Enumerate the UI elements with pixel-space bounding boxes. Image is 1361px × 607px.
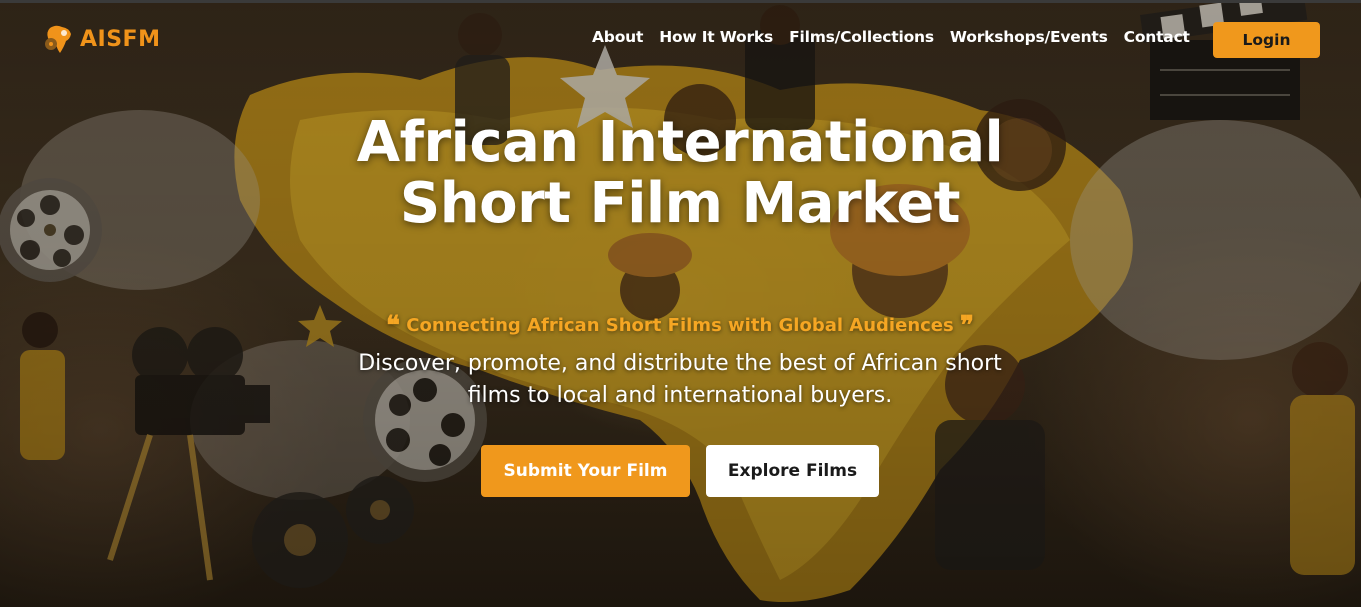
- explore-films-button[interactable]: Explore Films: [706, 445, 879, 497]
- nav-links: About How It Works Films/Collections Wor…: [592, 28, 1190, 46]
- nav-link-workshops-events[interactable]: Workshops/Events: [950, 28, 1108, 46]
- nav-link-contact[interactable]: Contact: [1124, 28, 1190, 46]
- african-map-film-reel-icon: [42, 22, 76, 56]
- hero-title: African International Short Film Market: [356, 110, 1004, 236]
- tagline-text: Connecting African Short Films with Glob…: [406, 315, 954, 336]
- brand-name: AISFM: [80, 26, 161, 52]
- landing-page: AISFM About How It Works Films/Collectio…: [0, 0, 1361, 607]
- brand[interactable]: AISFM: [42, 22, 160, 56]
- hero-section: African International Short Film Market …: [0, 0, 1361, 607]
- nav-link-films-collections[interactable]: Films/Collections: [789, 28, 934, 46]
- top-navbar: AISFM About How It Works Films/Collectio…: [0, 0, 1361, 78]
- login-button[interactable]: Login: [1213, 22, 1320, 58]
- nav-link-about[interactable]: About: [592, 28, 643, 46]
- hero-tagline: ❝ Connecting African Short Films with Gl…: [330, 313, 1030, 339]
- quote-left-icon: ❝: [385, 311, 400, 341]
- submit-film-button[interactable]: Submit Your Film: [481, 445, 690, 497]
- hero-description: Discover, promote, and distribute the be…: [358, 351, 1002, 408]
- quote-right-icon: ❞: [960, 311, 975, 341]
- nav-link-how-it-works[interactable]: How It Works: [659, 28, 773, 46]
